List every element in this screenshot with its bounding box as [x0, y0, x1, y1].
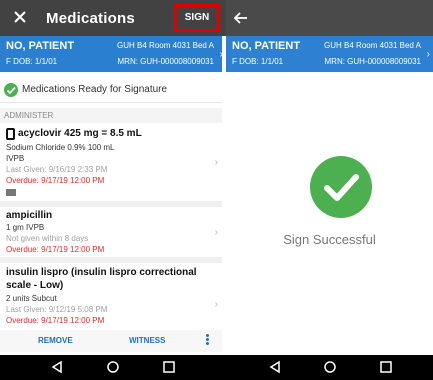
med-item-acyclovir[interactable]: acyclovir 425 mg = 8.5 mL Sodium Chlorid… [0, 123, 222, 201]
nav-recents-icon[interactable] [162, 360, 176, 374]
med-last-given: Last Given: 9/16/19 2:33 PM [6, 165, 108, 174]
med-detail: IVPB [6, 154, 25, 163]
check-circle-icon [310, 156, 372, 218]
patient-mrn: MRN: GUH-000008009031 [117, 57, 215, 66]
med-name: insulin lispro (insulin lispro correctio… [6, 267, 197, 278]
med-detail: 1 gm IVPB [6, 223, 45, 232]
patient-room: GUH B4 Room 4031 Bed A [117, 41, 214, 50]
med-name: acyclovir 425 mg = 8.5 mL [18, 128, 142, 139]
page-title: Medications [46, 10, 135, 27]
med-name-cont: scale - Low) [6, 280, 64, 291]
med-last-given: Last Given: 9/12/19 5:08 PM [6, 305, 108, 314]
action-bar: REMOVE WITNESS [0, 330, 226, 352]
chevron-right-icon: › [214, 227, 218, 238]
nav-home-icon[interactable] [106, 360, 120, 374]
section-header-administer: ADMINISTER [0, 108, 226, 123]
med-item-insulin-lispro[interactable]: insulin lispro (insulin lispro correctio… [0, 263, 222, 329]
note-icon [6, 189, 16, 196]
close-icon[interactable] [10, 7, 30, 27]
med-item-ampicillin[interactable]: ampicillin 1 gm IVPB Not given within 8 … [0, 207, 222, 257]
med-overdue: Overdue: 9/17/19 12:00 PM [6, 316, 105, 325]
ready-banner: Medications Ready for Signature [0, 78, 222, 103]
patient-banner[interactable]: NO, PATIENT F DOB: 1/1/01 GUH B4 Room 40… [0, 36, 226, 72]
sign-button[interactable]: SIGN [177, 7, 217, 29]
med-overdue: Overdue: 9/17/19 12:00 PM [6, 245, 105, 254]
sign-highlight-box: SIGN [174, 4, 220, 32]
android-nav-bar [0, 355, 226, 380]
patient-dob: F DOB: 1/1/01 [232, 57, 284, 66]
medications-app-bar: Medications SIGN [0, 0, 226, 36]
android-nav-bar [226, 355, 433, 380]
med-overdue: Overdue: 9/17/19 12:00 PM [6, 176, 105, 185]
patient-banner[interactable]: NO, PATIENT F DOB: 1/1/01 GUH B4 Room 40… [226, 36, 433, 72]
success-message: Sign Successful [283, 232, 376, 247]
med-name: ampicillin [6, 210, 53, 221]
med-detail: Sodium Chloride 0.9% 100 mL [6, 143, 115, 152]
patient-mrn: MRN: GUH-000008009031 [324, 57, 422, 66]
nav-recents-icon[interactable] [379, 360, 393, 374]
chevron-right-icon: › [426, 49, 430, 60]
med-last-given: Not given within 8 days [6, 234, 89, 243]
panel-divider [222, 36, 226, 355]
back-arrow-icon[interactable] [232, 10, 250, 26]
chevron-right-icon: › [214, 157, 218, 168]
device-icon [6, 128, 15, 140]
nav-home-icon[interactable] [323, 360, 337, 374]
ready-text: Medications Ready for Signature [22, 84, 168, 95]
patient-room: GUH B4 Room 4031 Bed A [324, 41, 421, 50]
nav-back-icon[interactable] [50, 360, 64, 374]
patient-name: NO, PATIENT [6, 40, 75, 52]
remove-button[interactable]: REMOVE [38, 336, 73, 345]
check-circle-icon [4, 83, 18, 97]
witness-button[interactable]: WITNESS [129, 336, 165, 345]
patient-name: NO, PATIENT [232, 40, 301, 52]
patient-dob: F DOB: 1/1/01 [6, 57, 58, 66]
more-vert-icon[interactable] [205, 333, 210, 349]
chevron-right-icon: › [214, 299, 218, 310]
confirmation-app-bar [226, 0, 433, 36]
med-detail: 2 units Subcut [6, 294, 57, 303]
nav-back-icon[interactable] [268, 360, 282, 374]
